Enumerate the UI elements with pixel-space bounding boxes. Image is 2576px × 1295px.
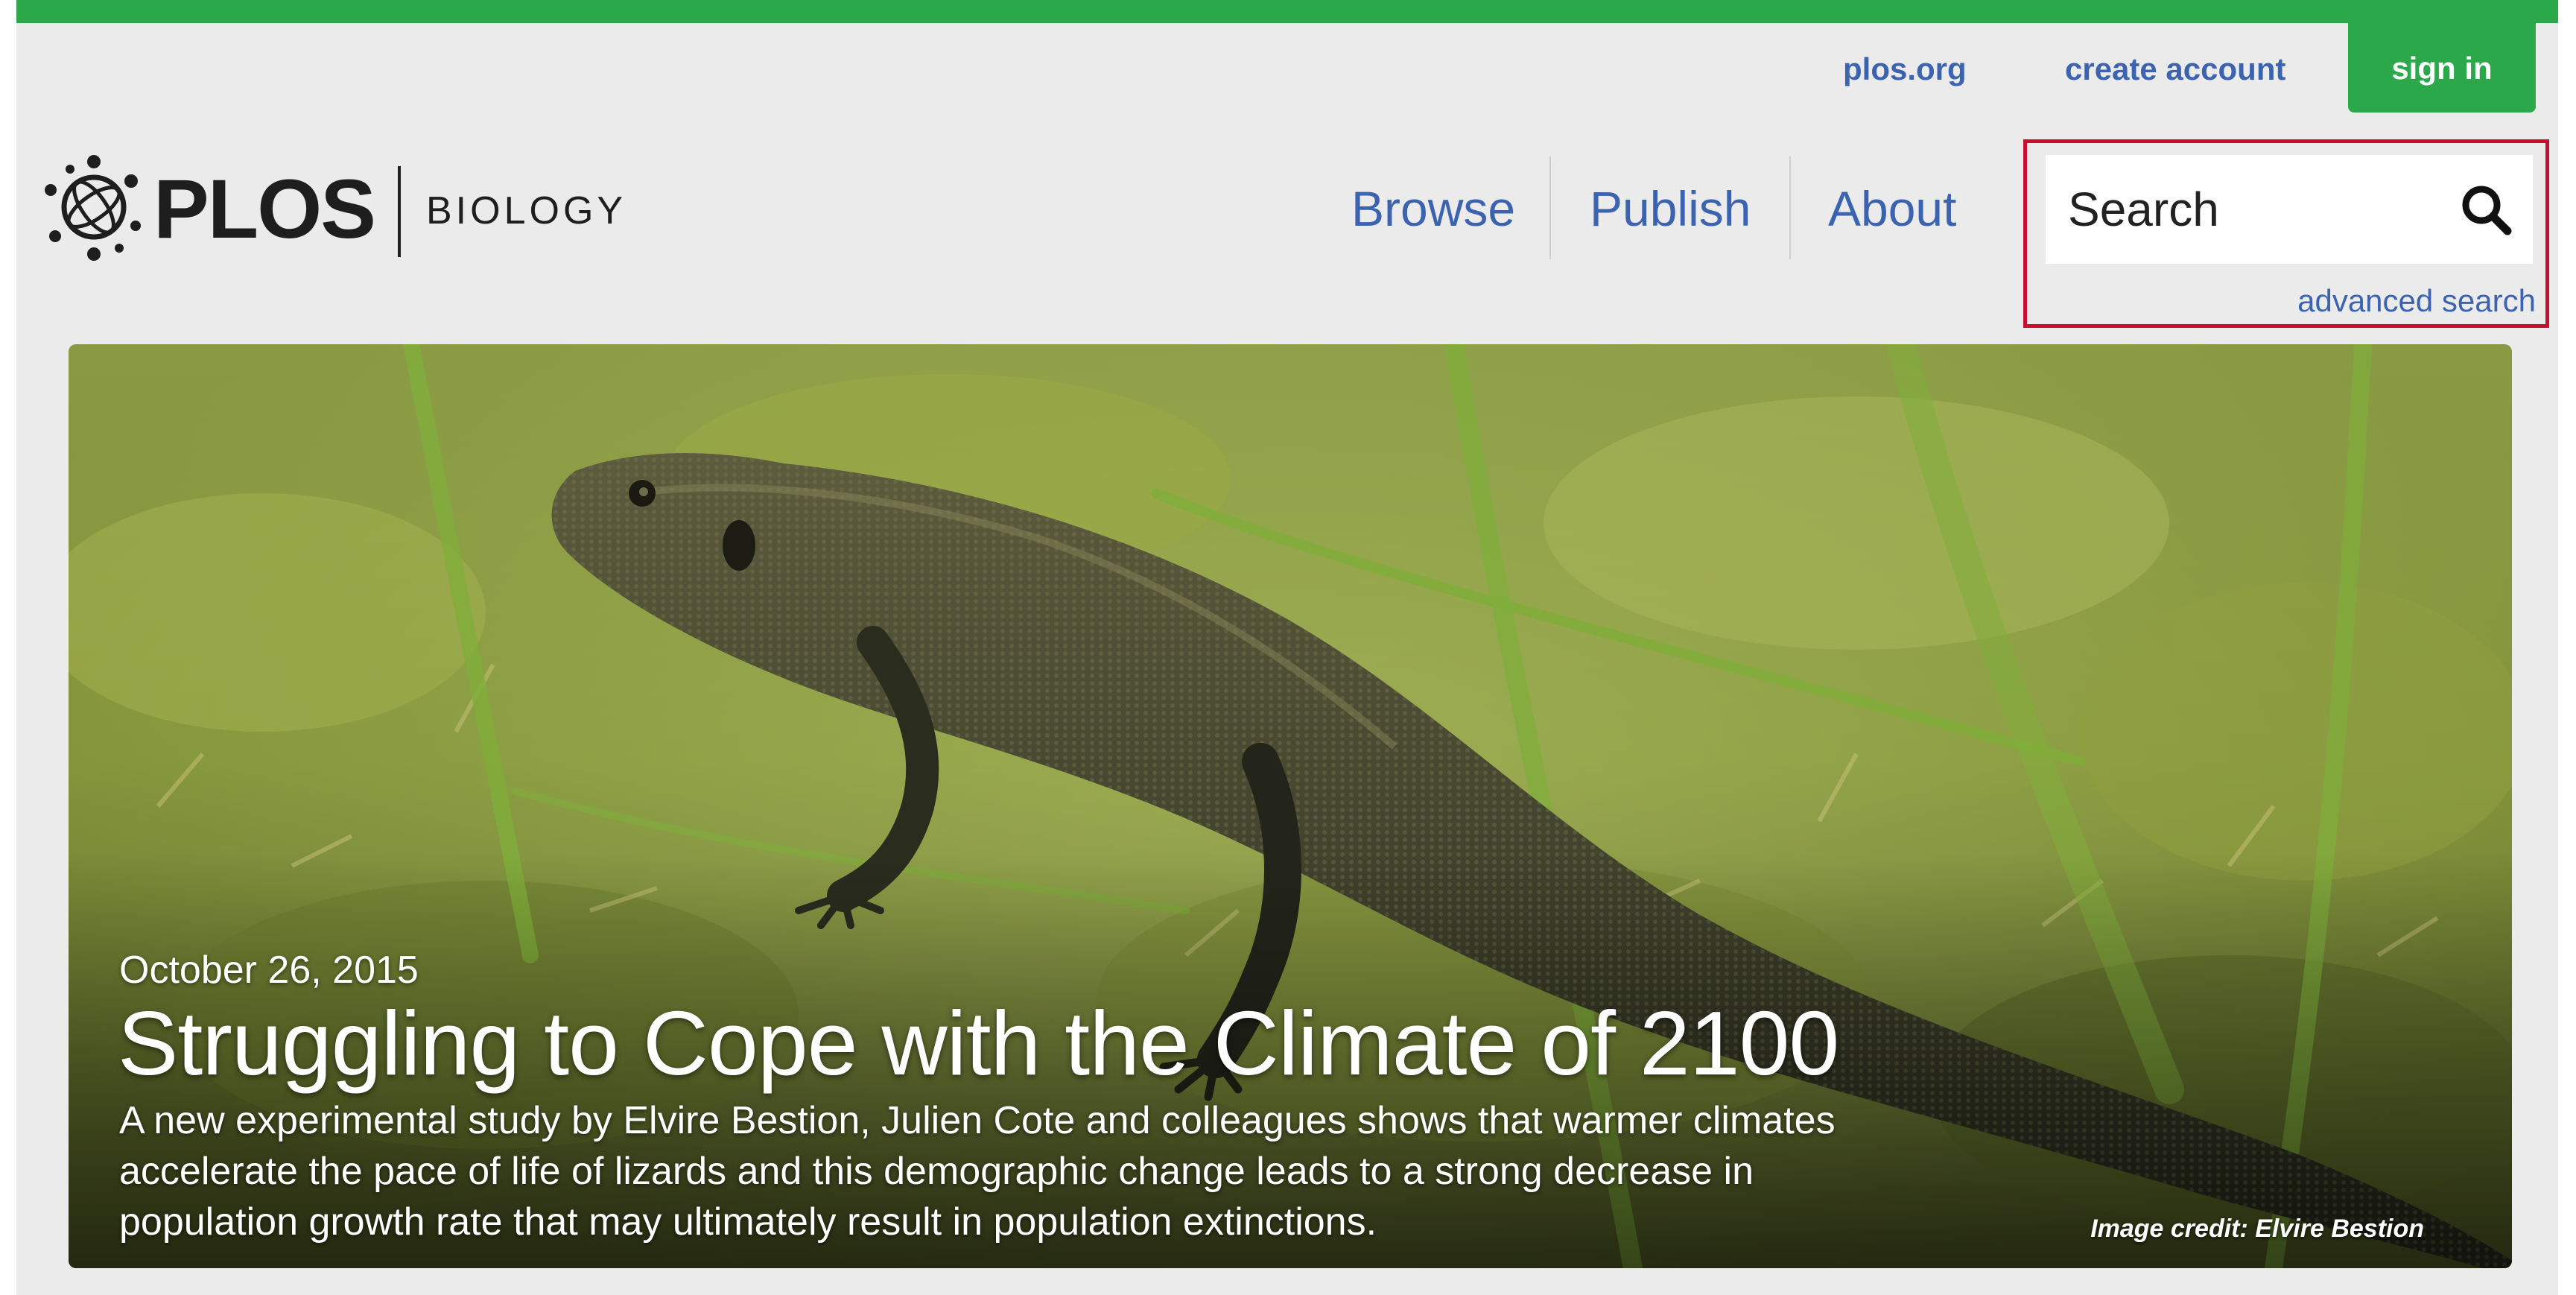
- search-icon: [2462, 186, 2512, 235]
- nav-publish[interactable]: Publish: [1590, 175, 1751, 242]
- hero-title[interactable]: Struggling to Cope with the Climate of 2…: [118, 991, 1839, 1095]
- nav-browse[interactable]: Browse: [1351, 175, 1515, 242]
- nav-about[interactable]: About: [1828, 175, 1956, 242]
- logo-divider: [398, 166, 401, 257]
- logo-journal-name: BIOLOGY: [426, 189, 627, 232]
- hero-banner[interactable]: October 26, 2015 Struggling to Cope with…: [69, 344, 2512, 1268]
- plos-logo-icon: [45, 155, 141, 261]
- hero-date: October 26, 2015: [119, 949, 419, 992]
- nav-divider: [1549, 156, 1551, 259]
- search-button[interactable]: [2457, 180, 2516, 240]
- image-credit: Image credit: Elvire Bestion: [2090, 1215, 2424, 1243]
- logo-wordmark: PLOS: [153, 162, 376, 256]
- nav-divider: [1789, 156, 1791, 259]
- plos-biology-logo[interactable]: PLOS BIOLOGY: [42, 153, 623, 266]
- advanced-search-link[interactable]: advanced search: [2265, 280, 2536, 322]
- plos-org-link[interactable]: plos.org: [1843, 43, 1967, 95]
- hero-description: A new experimental study by Elvire Besti…: [119, 1099, 1836, 1244]
- create-account-link[interactable]: create account: [2065, 43, 2285, 95]
- top-accent-bar: [16, 0, 2558, 23]
- sign-in-button[interactable]: sign in: [2348, 23, 2536, 113]
